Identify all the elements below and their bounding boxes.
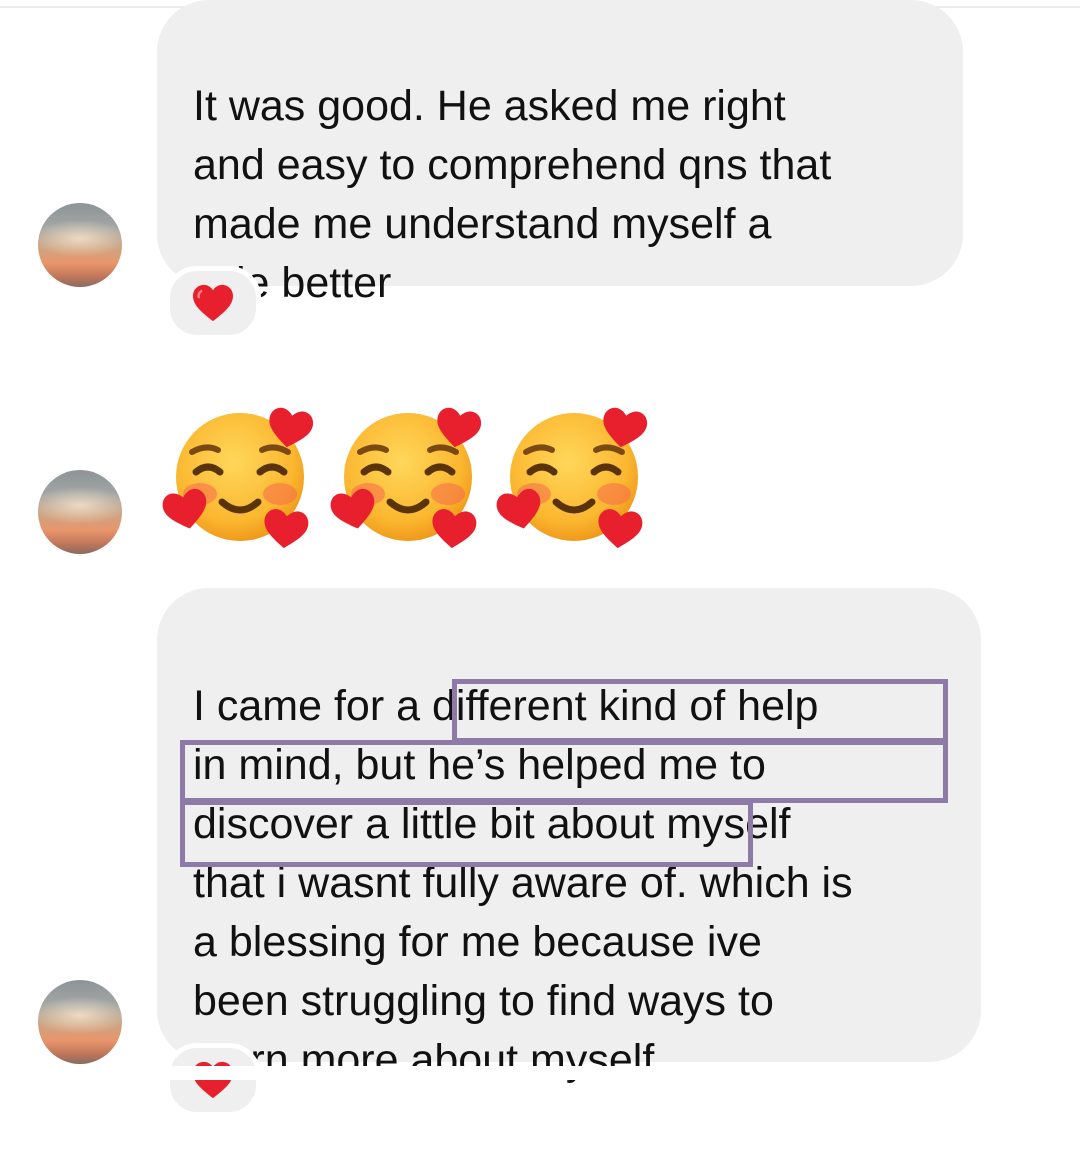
sender-avatar[interactable] bbox=[38, 470, 122, 554]
message-text: It was good. He asked me right and easy … bbox=[193, 82, 832, 307]
smiling-face-with-hearts-icon bbox=[330, 407, 482, 549]
smiling-face-with-hearts-icon bbox=[496, 407, 648, 549]
sender-avatar[interactable] bbox=[38, 980, 122, 1064]
sender-avatar[interactable] bbox=[38, 203, 122, 287]
red-heart-icon bbox=[193, 284, 233, 322]
message-text: I came for a different kind of help in m… bbox=[193, 682, 853, 1084]
smiling-face-with-hearts-icon bbox=[162, 407, 314, 549]
message-bubble[interactable]: It was good. He asked me right and easy … bbox=[157, 0, 963, 307]
message-bubble[interactable]: I came for a different kind of help in m… bbox=[157, 588, 981, 1084]
bottom-edge bbox=[0, 1066, 1080, 1080]
heart-reaction[interactable] bbox=[165, 1043, 261, 1117]
heart-reaction[interactable] bbox=[165, 266, 261, 340]
